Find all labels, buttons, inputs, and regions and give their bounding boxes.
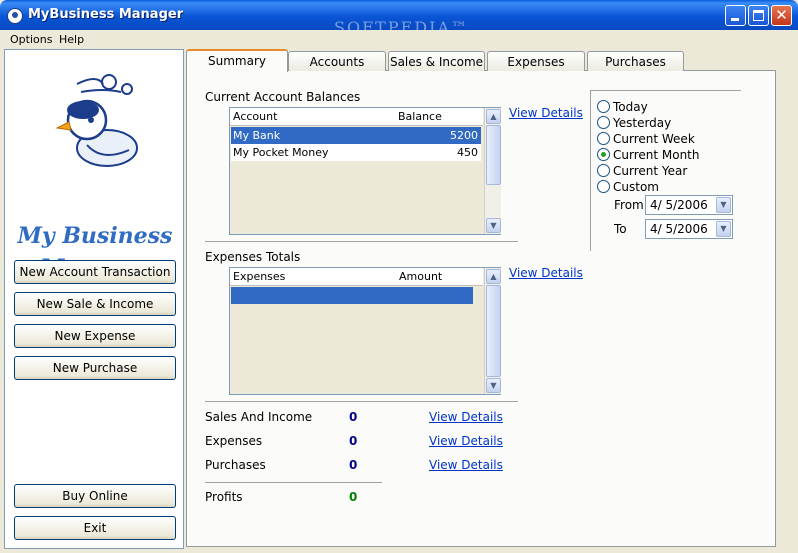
profits-label: Profits (205, 490, 243, 504)
from-date-picker[interactable]: 4/ 5/2006 ▼ (645, 195, 733, 215)
tab-summary[interactable]: Summary (186, 49, 288, 72)
expenses-label: Expenses (205, 434, 263, 448)
purchases-value: 0 (349, 458, 358, 472)
radio-current-year-label[interactable]: Current Year (613, 164, 687, 178)
scrollbar-thumb[interactable] (486, 125, 501, 185)
expenses-value: 0 (349, 434, 358, 448)
column-expenses[interactable]: Expenses (233, 270, 285, 283)
radio-custom-label[interactable]: Custom (613, 180, 659, 194)
radio-current-month-label[interactable]: Current Month (613, 148, 700, 162)
exit-button[interactable]: Exit (14, 516, 176, 540)
radio-current-week-label[interactable]: Current Week (613, 132, 695, 146)
table-row[interactable]: My Bank 5200 (231, 127, 481, 144)
account-name: My Bank (233, 129, 281, 142)
tab-accounts[interactable]: Accounts (288, 51, 386, 71)
divider (205, 241, 518, 242)
table-row[interactable] (231, 287, 473, 304)
divider (205, 401, 518, 402)
balances-scrollbar[interactable]: ▲ ▼ (484, 108, 501, 234)
column-account[interactable]: Account (233, 110, 277, 123)
account-balance: 450 (457, 146, 478, 159)
profits-value: 0 (349, 490, 358, 504)
maximize-button[interactable] (748, 5, 769, 26)
new-purchase-button[interactable]: New Purchase (14, 356, 176, 380)
close-button[interactable]: ✕ (771, 5, 792, 26)
balances-list[interactable]: Account Balance My Bank 5200 My Pocket M… (229, 107, 501, 235)
divider (205, 482, 382, 483)
app-icon[interactable] (7, 8, 23, 24)
duck-logo-icon (55, 74, 138, 167)
menu-bar (0, 30, 798, 49)
to-label: To (614, 222, 627, 236)
new-account-transaction-button[interactable]: New Account Transaction (14, 260, 176, 284)
sidebar: My Business Manager New Account Transact… (4, 49, 184, 549)
new-sale-income-button[interactable]: New Sale & Income (14, 292, 176, 316)
logo-line-1: My Business (17, 223, 173, 249)
sales-view-details-link[interactable]: View Details (429, 410, 503, 424)
expenses-scrollbar[interactable]: ▲ ▼ (484, 268, 501, 394)
tab-sales-income[interactable]: Sales & Income (388, 51, 485, 71)
column-amount[interactable]: Amount (399, 270, 442, 283)
purchases-label: Purchases (205, 458, 266, 472)
expenses-totals-list[interactable]: Expenses Amount ▲ ▼ (229, 267, 501, 395)
to-date-picker[interactable]: 4/ 5/2006 ▼ (645, 219, 733, 239)
balances-header: Account Balance (230, 108, 483, 126)
balances-title: Current Account Balances (205, 90, 361, 104)
scroll-down-icon[interactable]: ▼ (486, 378, 501, 393)
expenses-view-details-link[interactable]: View Details (509, 266, 583, 280)
minimize-icon (731, 18, 739, 21)
radio-current-month[interactable] (597, 148, 610, 161)
radio-today-label[interactable]: Today (613, 100, 648, 114)
radio-today[interactable] (597, 100, 610, 113)
expenses-header: Expenses Amount (230, 268, 483, 286)
sales-income-value: 0 (349, 410, 358, 424)
account-name: My Pocket Money (233, 146, 329, 159)
window-title: MyBusiness Manager (28, 7, 184, 22)
expenses-summary-view-details-link[interactable]: View Details (429, 434, 503, 448)
radio-current-week[interactable] (597, 132, 610, 145)
expenses-totals-title: Expenses Totals (205, 250, 301, 264)
maximize-icon (753, 10, 764, 21)
chevron-down-icon[interactable]: ▼ (716, 197, 731, 213)
radio-yesterday[interactable] (597, 116, 610, 129)
menu-help[interactable]: Help (59, 33, 84, 46)
table-row[interactable]: My Pocket Money 450 (231, 144, 481, 161)
radio-current-year[interactable] (597, 164, 610, 177)
from-date-value: 4/ 5/2006 (650, 198, 708, 212)
tab-purchases[interactable]: Purchases (587, 51, 684, 71)
radio-yesterday-label[interactable]: Yesterday (613, 116, 671, 130)
scroll-down-icon[interactable]: ▼ (486, 218, 501, 233)
from-label: From (614, 198, 644, 212)
scrollbar-thumb[interactable] (486, 285, 501, 377)
new-expense-button[interactable]: New Expense (14, 324, 176, 348)
scroll-up-icon[interactable]: ▲ (486, 269, 501, 284)
sales-income-label: Sales And Income (205, 410, 313, 424)
column-balance[interactable]: Balance (398, 110, 442, 123)
tab-expenses[interactable]: Expenses (487, 51, 585, 71)
account-balance: 5200 (450, 129, 478, 142)
scroll-up-icon[interactable]: ▲ (486, 109, 501, 124)
menu-options[interactable]: Options (10, 33, 52, 46)
chevron-down-icon[interactable]: ▼ (716, 221, 731, 237)
close-icon: ✕ (775, 6, 788, 24)
to-date-value: 4/ 5/2006 (650, 222, 708, 236)
buy-online-button[interactable]: Buy Online (14, 484, 176, 508)
balances-view-details-link[interactable]: View Details (509, 106, 583, 120)
minimize-button[interactable] (725, 5, 746, 26)
radio-custom[interactable] (597, 180, 610, 193)
purchases-view-details-link[interactable]: View Details (429, 458, 503, 472)
